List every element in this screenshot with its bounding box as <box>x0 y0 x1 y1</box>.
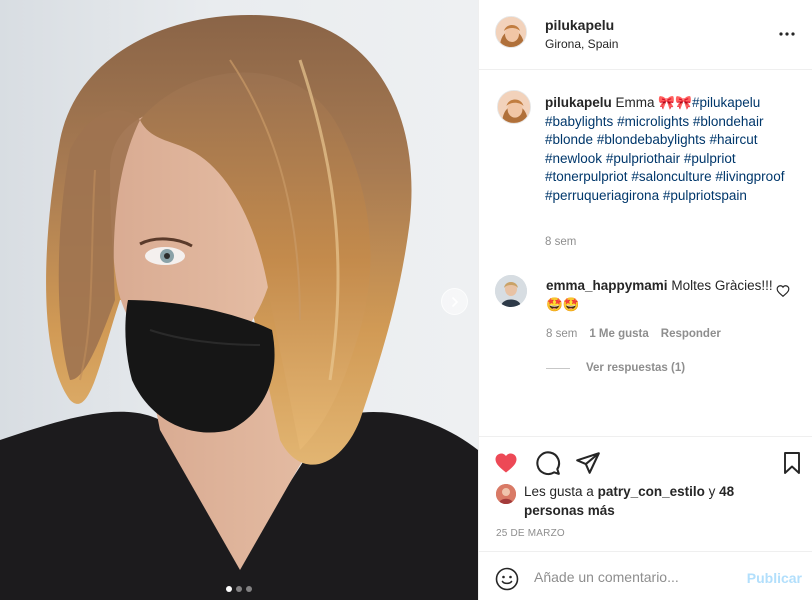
avatar-image <box>495 275 527 307</box>
likes-prefix: Les gusta a <box>524 484 594 499</box>
likes-conjunction: y <box>708 484 716 499</box>
like-button[interactable] <box>492 449 520 477</box>
liked-by-username[interactable]: patry_con_estilo <box>598 484 705 499</box>
comment-like-button[interactable] <box>776 284 792 300</box>
caption-hashtags: #pilukapelu #babylights #microlights #bl… <box>545 95 784 203</box>
chevron-right-icon <box>451 296 458 307</box>
caption-time[interactable]: 8 sem <box>545 236 576 248</box>
hashtag-link[interactable]: #haircut <box>709 132 757 147</box>
instagram-post: pilukapelu Girona, Spain pilukapelu Emma… <box>0 0 812 600</box>
more-options-button[interactable] <box>775 22 799 46</box>
comment-body: Moltes Gràcies!!! <box>671 278 773 293</box>
emoji-button[interactable] <box>494 566 520 592</box>
bookmark-icon <box>784 452 800 474</box>
post-date[interactable]: 25 DE MARZO <box>496 528 565 539</box>
avatar-image <box>496 17 526 47</box>
caption-avatar[interactable] <box>497 90 531 124</box>
post-header: pilukapelu Girona, Spain <box>479 0 812 70</box>
likes-text: Les gusta a patry_con_estilo y 48 person… <box>524 483 744 520</box>
comment-button[interactable] <box>534 449 562 477</box>
reply-button[interactable]: Responder <box>661 328 721 340</box>
comment-time[interactable]: 8 sem <box>546 328 577 340</box>
hashtag-link[interactable]: #blondehair <box>693 114 764 129</box>
caption-username[interactable]: pilukapelu <box>545 95 612 110</box>
author-avatar[interactable] <box>495 16 527 48</box>
view-replies-label: Ver respuestas (1) <box>586 362 686 374</box>
hashtag-link[interactable]: #pulpriothair <box>606 151 680 166</box>
smiley-icon <box>495 567 519 591</box>
hashtag-link[interactable]: #newlook <box>545 151 602 166</box>
post-location[interactable]: Girona, Spain <box>545 37 618 51</box>
commenter-avatar[interactable] <box>495 275 527 307</box>
view-replies-button[interactable]: Ver respuestas (1) <box>546 362 685 374</box>
hashtag-link[interactable]: #pilukapelu <box>692 95 760 110</box>
hashtag-link[interactable]: #livingproof <box>715 169 784 184</box>
caption-emoji: 🎀🎀 <box>658 95 692 110</box>
more-horizontal-icon <box>779 32 795 36</box>
carousel-dot <box>246 586 252 592</box>
portrait-illustration <box>0 15 478 600</box>
carousel-next-button[interactable] <box>441 288 468 315</box>
hashtag-link[interactable]: #pulpriotspain <box>663 188 747 203</box>
comment-meta: 8 sem 1 Me gusta Responder <box>546 328 721 340</box>
share-button[interactable] <box>574 449 602 477</box>
hashtag-link[interactable]: #tonerpulpriot <box>545 169 628 184</box>
heart-filled-icon <box>495 453 517 473</box>
paper-plane-icon <box>576 452 600 474</box>
post-photo[interactable] <box>0 0 478 600</box>
comment-likes-count[interactable]: 1 Me gusta <box>589 328 648 340</box>
comment-text: emma_happymami Moltes Gràcies!!! 🤩🤩 <box>546 277 776 314</box>
replies-divider <box>546 367 570 369</box>
heart-outline-icon <box>776 285 790 298</box>
hashtag-link[interactable]: #blondebabylights <box>597 132 706 147</box>
author-username[interactable]: pilukapelu <box>545 17 614 33</box>
liker-avatar[interactable] <box>496 484 516 504</box>
carousel-dot <box>236 586 242 592</box>
hashtag-link[interactable]: #salonculture <box>631 169 711 184</box>
comment-emoji: 🤩🤩 <box>546 296 580 312</box>
hashtag-link[interactable]: #pulpriot <box>684 151 736 166</box>
carousel-dot <box>226 586 232 592</box>
avatar-image <box>496 484 516 504</box>
comment-composer: Publicar <box>478 551 812 600</box>
caption-prefix: Emma <box>615 95 655 110</box>
carousel-indicator <box>0 586 478 592</box>
hashtag-link[interactable]: #microlights <box>617 114 689 129</box>
comment-username[interactable]: emma_happymami <box>546 278 668 293</box>
avatar-image <box>498 91 530 123</box>
save-button[interactable] <box>778 449 806 477</box>
caption-text: pilukapelu Emma 🎀🎀#pilukapelu #babylight… <box>545 94 807 205</box>
hashtag-link[interactable]: #blonde <box>545 132 593 147</box>
hashtag-link[interactable]: #perruqueriagirona <box>545 188 659 203</box>
hashtag-link[interactable]: #babylights <box>545 114 613 129</box>
comment-input[interactable] <box>534 564 734 590</box>
comment-bubble-icon <box>536 451 561 476</box>
publish-button[interactable]: Publicar <box>747 570 802 586</box>
